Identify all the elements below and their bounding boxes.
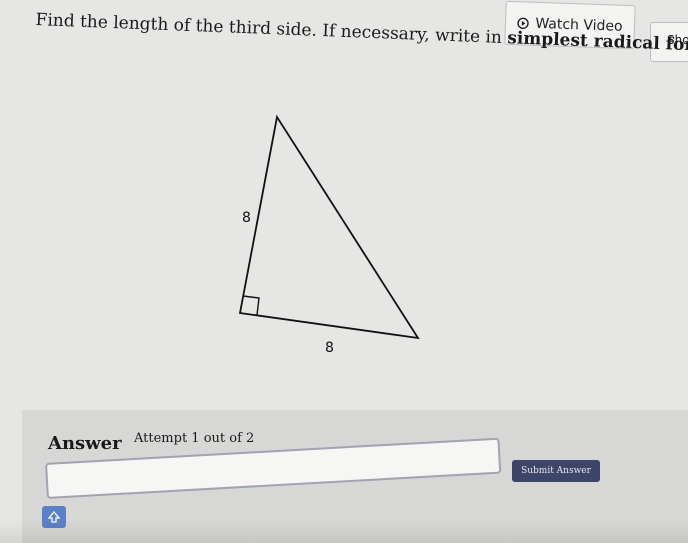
right-angle-marker <box>242 295 260 316</box>
bottom-edge-shadow <box>0 520 688 543</box>
right-triangle-figure: 8 8 <box>238 114 420 356</box>
attempt-counter: Attempt 1 out of 2 <box>134 431 255 446</box>
submit-answer-button[interactable]: Submit Answer <box>512 460 600 482</box>
vertical-leg-label: 8 <box>242 210 251 226</box>
answer-label: Answer <box>48 433 122 454</box>
horizontal-leg-label: 8 <box>325 340 334 356</box>
triangle-outline <box>238 114 420 340</box>
